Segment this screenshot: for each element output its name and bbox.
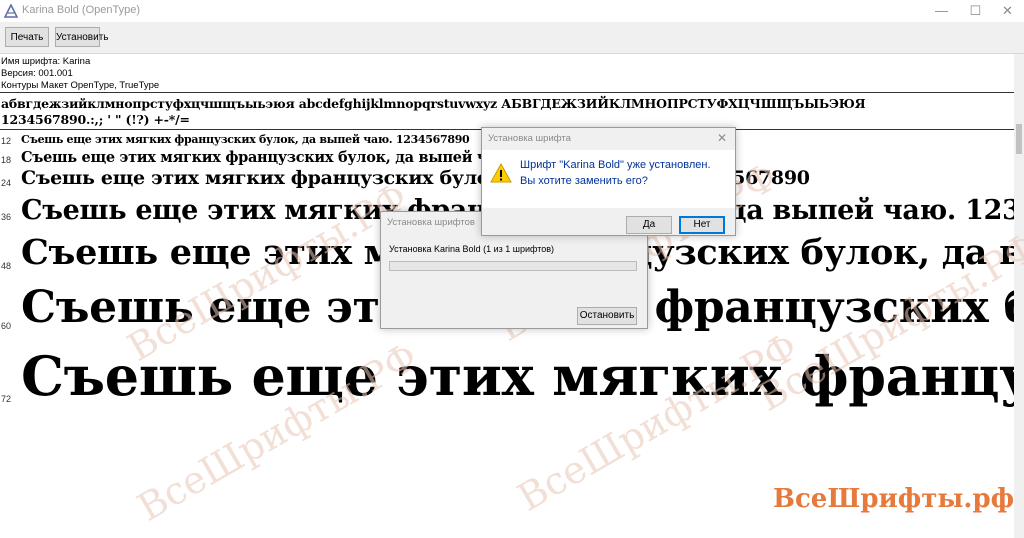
vertical-scrollbar[interactable] xyxy=(1014,54,1024,538)
dialog-close-button[interactable]: ✕ xyxy=(717,131,727,145)
size-label: 24 xyxy=(1,178,12,188)
sample-text: Съешь еще этих мягких французских xyxy=(21,344,1014,408)
title-bar: Karina Bold (OpenType) — ☐ ✕ xyxy=(0,0,1024,22)
window-title: Karina Bold (OpenType) xyxy=(22,4,141,16)
size-label: 36 xyxy=(1,212,12,222)
yes-button[interactable]: Да xyxy=(626,216,672,234)
size-label: 60 xyxy=(1,321,12,331)
dialog-body: Шрифт "Karina Bold" уже установлен. Вы х… xyxy=(482,150,735,208)
install-button[interactable]: Установить xyxy=(55,27,109,47)
no-button[interactable]: Нет xyxy=(679,216,725,234)
install-progress-bar xyxy=(389,261,637,271)
close-button[interactable]: ✕ xyxy=(991,0,1024,22)
warning-icon xyxy=(490,163,512,183)
size-label: 18 xyxy=(1,155,12,165)
font-name-label: Имя шрифта: Karina xyxy=(1,56,91,67)
dialog-body: Установка Karina Bold (1 из 1 шрифтов) О… xyxy=(381,234,647,328)
charset-line-1: абвгдежзийклмнопрстуфхцчшщъыьэюя abcdefg… xyxy=(1,96,866,111)
site-logo: ВсеШрифты.рф xyxy=(773,484,1015,514)
size-label: 72 xyxy=(1,394,12,404)
charset-line-2: 1234567890.:,; ' " (!?) +-*/= xyxy=(1,112,190,127)
toolbar: Печать Установить xyxy=(0,22,1024,54)
stop-button[interactable]: Остановить xyxy=(577,307,637,325)
print-button[interactable]: Печать xyxy=(5,27,49,47)
install-status-label: Установка Karina Bold (1 из 1 шрифтов) xyxy=(389,244,554,254)
scroll-thumb[interactable] xyxy=(1016,124,1022,154)
maximize-button[interactable]: ☐ xyxy=(959,0,992,22)
separator xyxy=(0,92,1014,93)
sample-text: Съешь еще этих мягких французских булок,… xyxy=(21,133,470,146)
replace-font-dialog: Установка шрифта ✕ Шрифт "Karina Bold" у… xyxy=(481,127,736,236)
dialog-title: Установка шрифта xyxy=(488,133,571,144)
dialog-title: Установка шрифтов xyxy=(387,217,475,228)
size-label: 48 xyxy=(1,261,12,271)
confirm-message-line-2: Вы хотите заменить его? xyxy=(520,175,648,187)
minimize-button[interactable]: — xyxy=(925,0,958,22)
font-version-label: Версия: 001.001 xyxy=(1,68,73,79)
font-viewer-icon xyxy=(4,4,18,18)
confirm-message-line-1: Шрифт "Karina Bold" уже установлен. xyxy=(520,159,711,171)
font-outlines-label: Контуры Макет OpenType, TrueType xyxy=(1,80,160,91)
size-label: 12 xyxy=(1,136,12,146)
